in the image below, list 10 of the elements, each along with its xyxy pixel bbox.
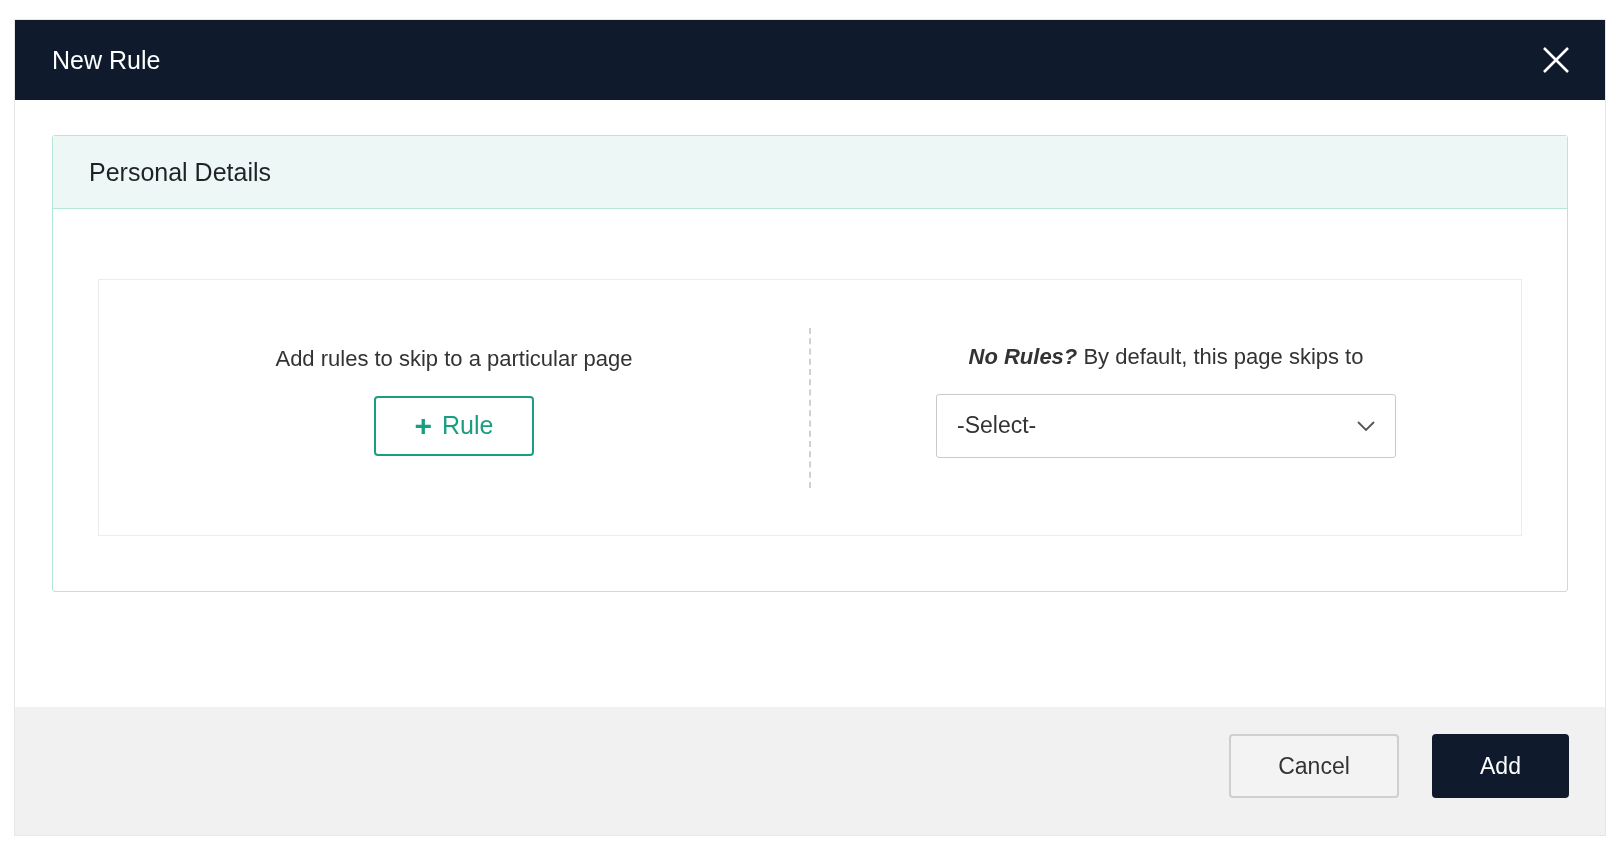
default-note: No Rules? By default, this page skips to — [968, 343, 1364, 370]
section-title: Personal Details — [89, 157, 272, 187]
rules-prompt: Add rules to skip to a particular page — [275, 345, 633, 372]
dialog-title: New Rule — [52, 45, 161, 75]
cancel-button[interactable]: Cancel — [1229, 734, 1399, 798]
chevron-down-icon — [1357, 420, 1375, 431]
add-button[interactable]: Add — [1432, 734, 1569, 798]
close-button[interactable] — [1541, 45, 1571, 75]
default-page-select[interactable]: -Select- — [936, 393, 1396, 458]
close-icon — [1541, 45, 1571, 75]
